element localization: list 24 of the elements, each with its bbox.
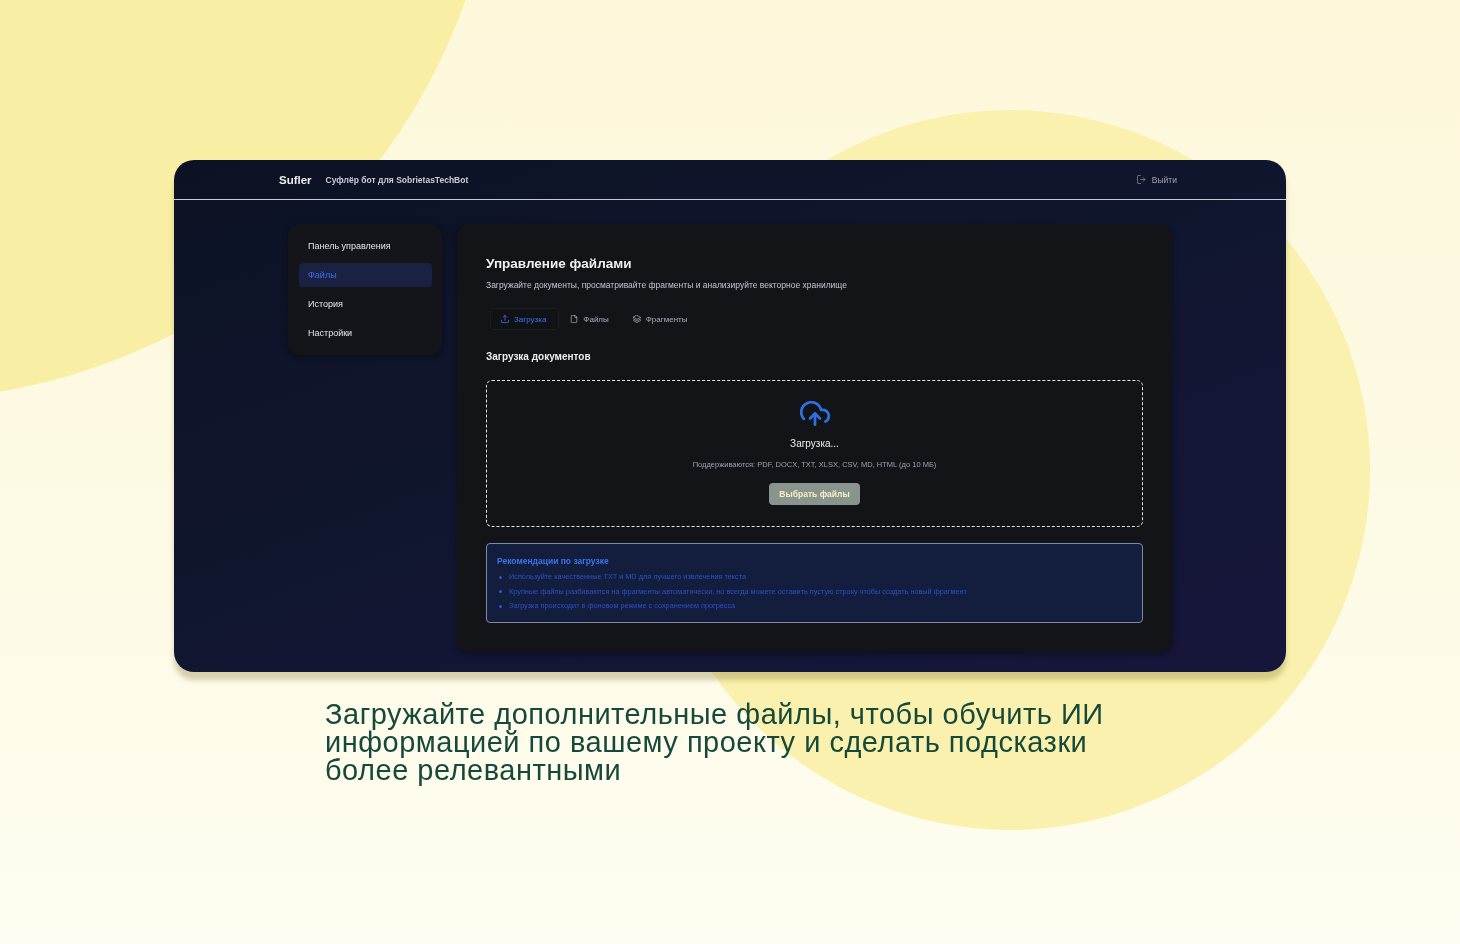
sidebar-item[interactable]: История [299,292,432,316]
app-subtitle: Суфлёр бот для SobrietasTechBot [325,174,469,185]
upload-status: Загрузка... [790,437,839,451]
tab[interactable]: Загрузка [490,308,560,330]
page-subtitle: Загружайте документы, просматривайте фрагменты и анализируйте векторное хранилище [486,279,848,291]
page-title: Управление файлами [486,255,633,273]
bullet-icon [499,590,502,594]
app-logo: Sufler [279,173,312,186]
tips-title: Рекомендации по загрузке [497,555,610,567]
logout-icon [1136,175,1146,184]
bullet-icon [499,575,502,579]
tab[interactable]: Фрагменты [621,308,701,330]
sidebar-item[interactable]: Файлы [299,263,432,287]
layers-icon [632,315,641,323]
caption-text: Загружайте дополнительные файлы, чтобы обучить ИИ информацией по вашему проекту и сделать подсказки более релевантными [325,700,1105,784]
section-heading: Загрузка документов [486,350,592,364]
bullet-icon [499,604,502,608]
sidebar-item[interactable]: Настройки [299,321,432,345]
sidebar-item[interactable]: Панель управления [299,234,432,258]
logout-button[interactable]: Выйти [1136,174,1177,185]
tab[interactable]: Файлы [559,308,622,330]
upload-icon [501,315,509,323]
file-icon [570,315,579,323]
cloud-upload-icon [799,401,830,426]
